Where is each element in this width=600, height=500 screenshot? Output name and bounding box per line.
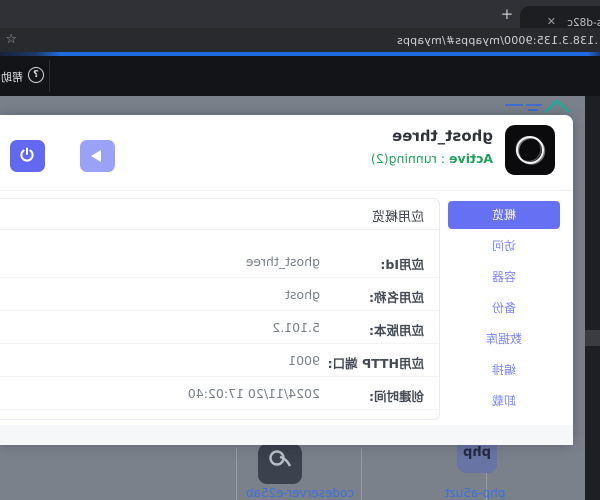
field-label: 应用版本: [369,323,424,338]
field-label: 创建时间: [369,389,424,404]
drawer-header-divider [0,190,573,191]
field-row-app-name: 应用名称: ghost [0,278,439,311]
app-card-border [236,448,237,500]
menu-item-overview[interactable]: 概览 [448,201,560,229]
status-label: Active [449,151,493,166]
mirrored-screenshot-stage: cs-d82c ✕ + .138.3.135:9000/myapps#/myap… [0,0,600,500]
field-label: 应用名称: [369,290,424,305]
codeserver-app-icon[interactable] [258,444,302,484]
status-separator: : [436,151,450,166]
menu-item-database[interactable]: 数据库 [448,325,560,353]
field-label: 应用HTTP 端口: [327,356,424,371]
tab-close-icon[interactable]: ✕ [547,15,556,28]
play-icon [91,150,101,162]
field-row-created-time: 创建时间: 2024/11/20 17:02:40 [0,377,439,410]
field-label: 应用Id: [380,257,424,272]
ghost-app-logo [505,125,555,175]
left-sidebar-strip [585,96,600,500]
menu-item-backup[interactable]: 备份 [448,294,560,322]
browser-tab[interactable]: cs-d82c ✕ [520,6,600,29]
page-logo-text [526,104,542,106]
field-row-app-version: 应用版本: 5.101.2 [0,311,439,344]
drawer-footer-strip [0,425,573,445]
field-value: ghost_three [245,254,320,269]
app-title: ghost_three [392,127,493,145]
new-tab-button[interactable]: + [497,4,517,24]
stop-button[interactable] [10,140,45,172]
menu-item-uninstall[interactable]: 卸载 [448,387,560,415]
field-row-http-port: 应用HTTP 端口: 9001 [0,344,439,377]
status-value: running(2) [370,151,437,166]
field-value: 2024/11/20 17:02:40 [187,386,320,401]
field-row-app-id: 应用Id: ghost_three [0,245,439,278]
power-icon [20,147,35,162]
address-bar-url[interactable]: .138.3.135:9000/myapps#/myapps [397,34,598,47]
overview-card-title: 应用概览 [371,210,424,225]
field-value: 5.101.2 [272,320,320,335]
app-card-name[interactable]: codeserver-e25ab [238,486,362,500]
sidebar-item-highlight [585,330,600,346]
app-card-name[interactable]: php-a5uzt [433,486,517,500]
page-logo-text [505,104,523,106]
page-logo-text [528,109,538,111]
app-navbar [0,56,600,96]
field-value: 9001 [288,353,320,368]
navbar-divider [49,60,50,92]
menu-item-compose[interactable]: 编排 [448,356,560,384]
app-status: Active : running(2) [371,151,493,166]
overview-card-divider [0,229,439,230]
menu-item-container[interactable]: 容器 [448,263,560,291]
field-value: ghost [285,287,320,302]
help-menu[interactable]: 帮助 [1,69,23,85]
menu-item-access[interactable]: 访问 [448,232,560,260]
start-button[interactable] [80,140,115,172]
help-icon[interactable]: ? [28,67,44,83]
page-logo-icon [543,99,571,114]
bookmark-star-icon[interactable]: ☆ [5,32,17,47]
